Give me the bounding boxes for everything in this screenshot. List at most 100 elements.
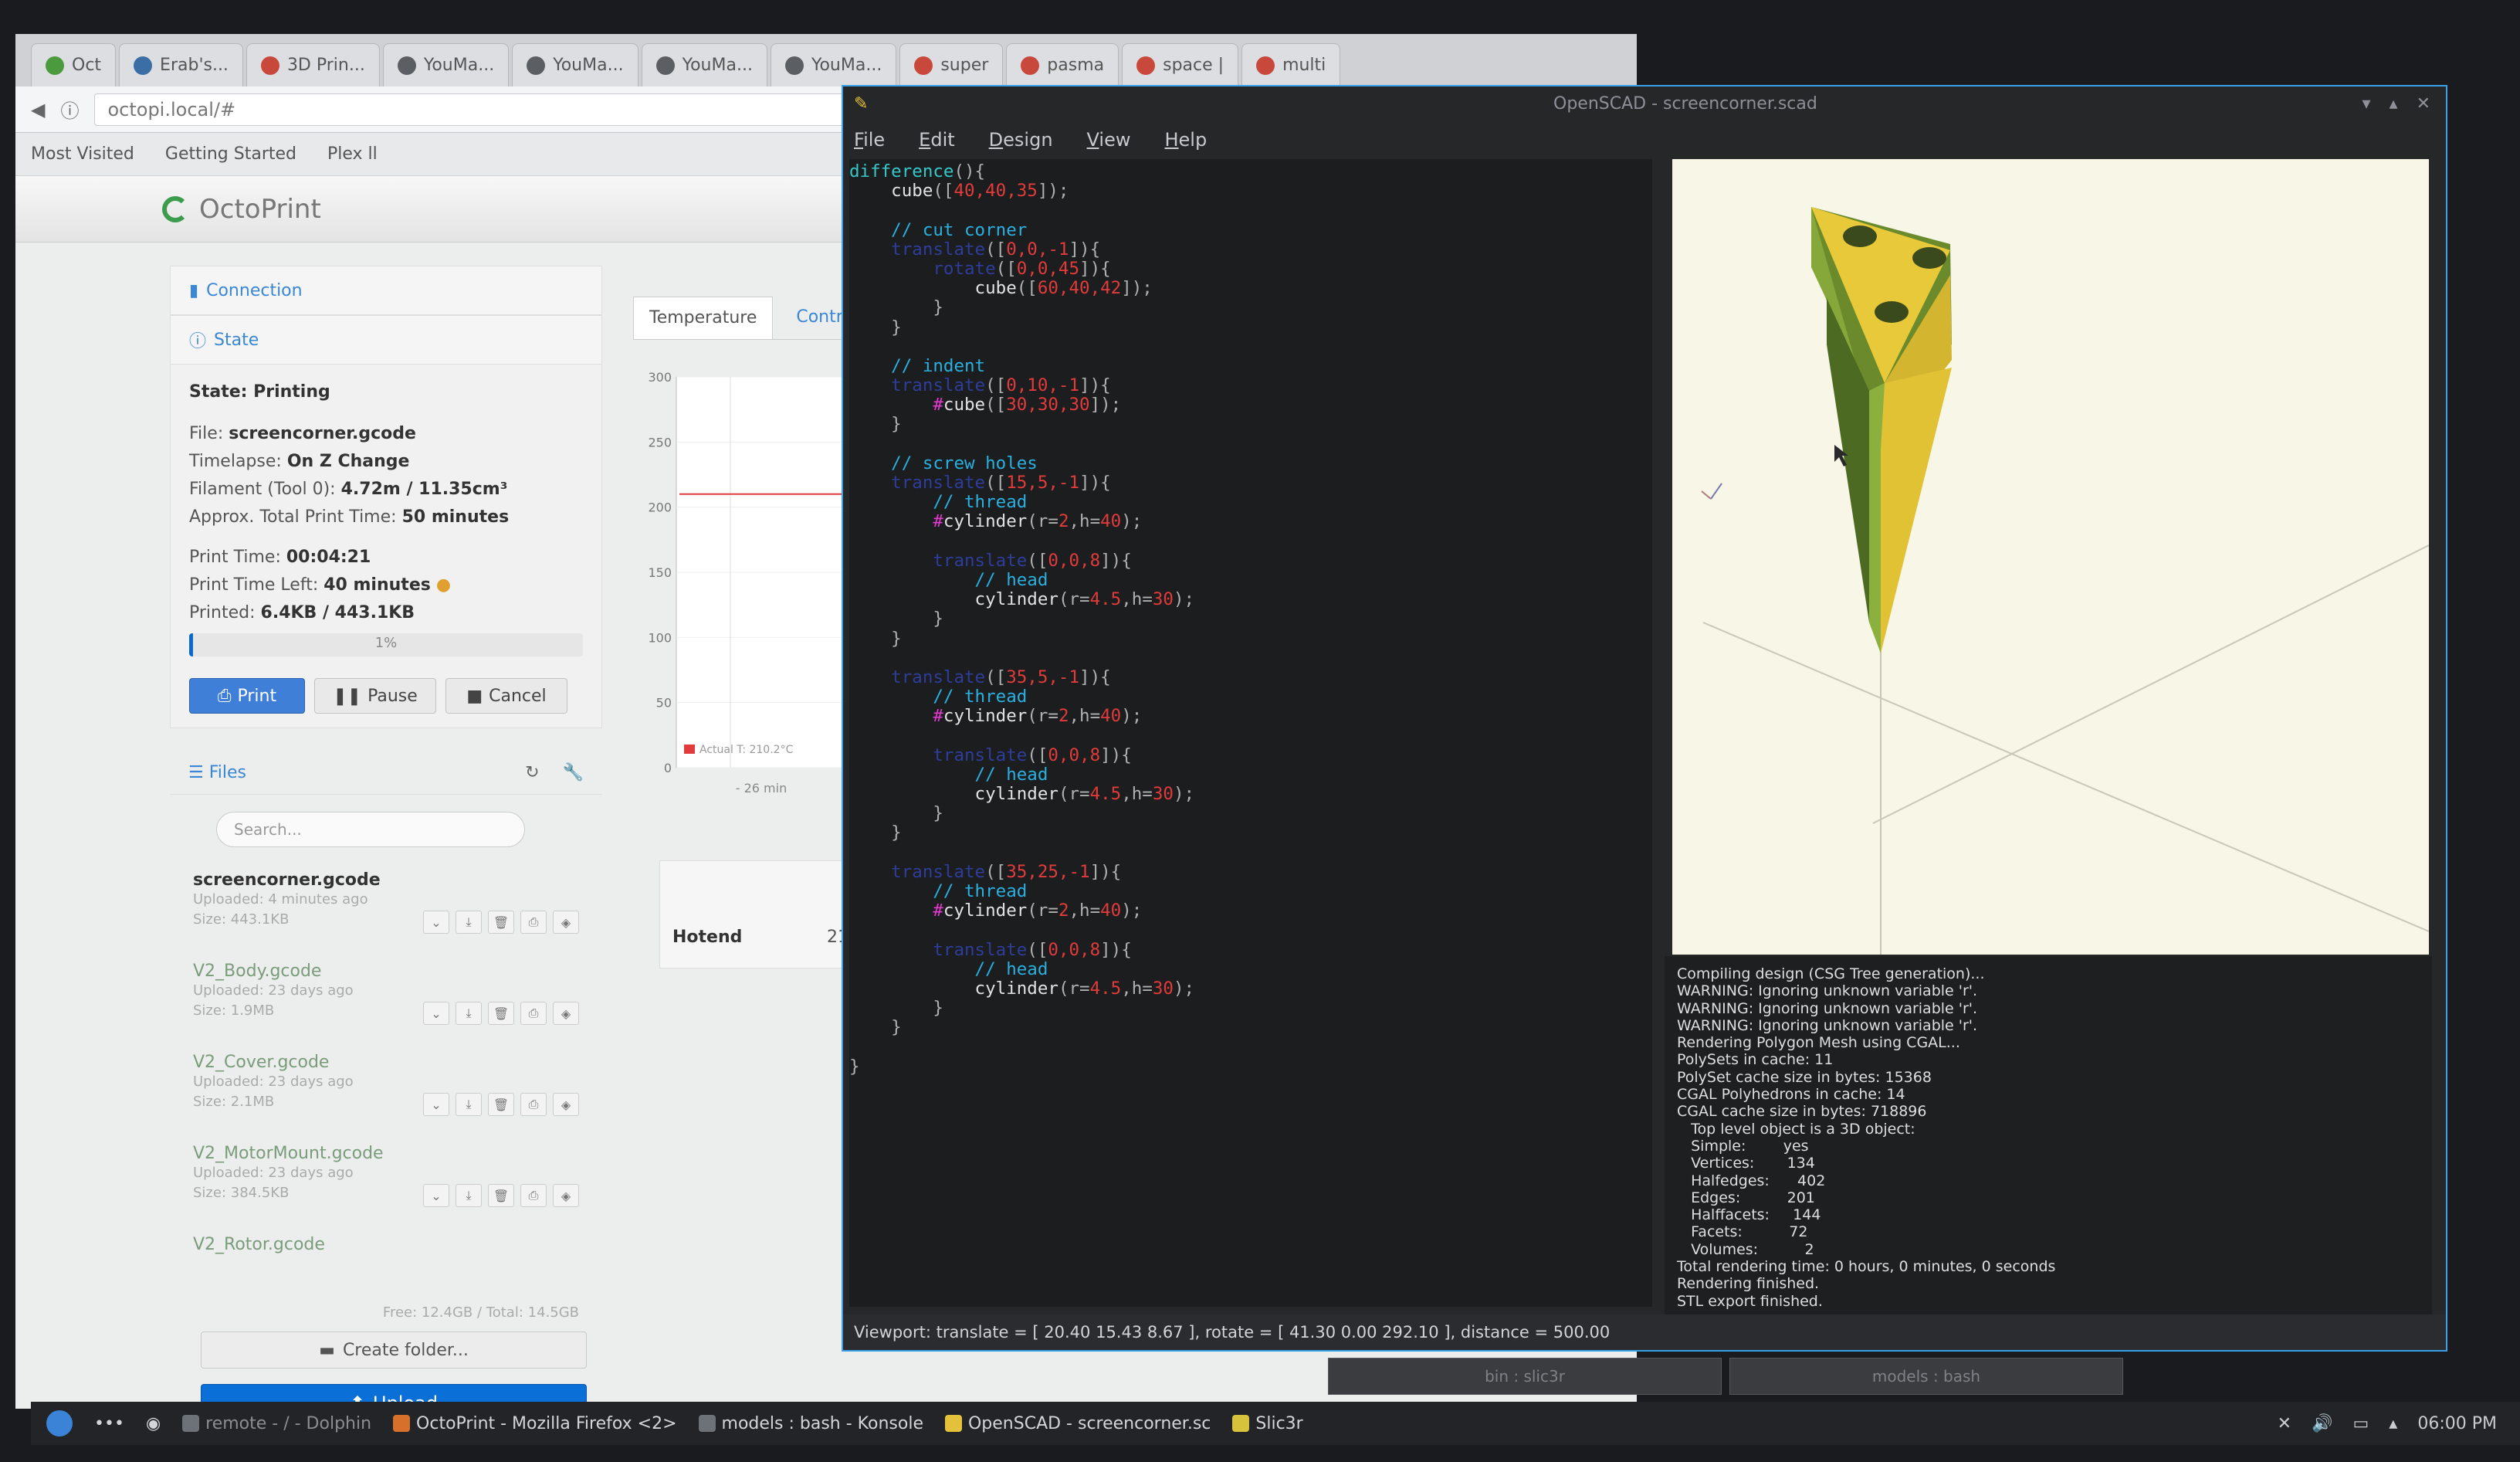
delete-icon[interactable]: 🗑 <box>488 1093 514 1116</box>
tab-favicon-icon <box>1021 56 1040 75</box>
browser-tab[interactable]: YouMa... <box>641 43 767 86</box>
code-line: #cube([30,30,30]); <box>849 395 1652 415</box>
browser-tab[interactable]: space | <box>1122 43 1239 86</box>
task-dolphin[interactable]: remote - / - Dolphin <box>182 1414 371 1433</box>
screw-hole-1 <box>1843 226 1877 247</box>
kde-menu-icon[interactable] <box>46 1410 73 1437</box>
konsole-tab-slic3r[interactable]: bin : slic3r <box>1328 1358 1722 1395</box>
volume-icon[interactable]: 🔊 <box>2312 1414 2332 1433</box>
delete-icon[interactable]: 🗑 <box>488 1002 514 1025</box>
file-list-item[interactable]: V2_Cover.gcode Uploaded: 23 days ago Size:… <box>170 1046 602 1138</box>
task-konsole[interactable]: models : bash - Konsole <box>698 1414 923 1433</box>
refresh-icon[interactable]: ↻ <box>525 763 539 782</box>
file-list-item[interactable]: V2_MotorMount.gcode Uploaded: 23 days ago… <box>170 1138 602 1229</box>
download-icon[interactable]: ⤓ <box>456 1184 482 1207</box>
browser-tab[interactable]: YouMa... <box>382 43 510 86</box>
maximize-icon[interactable]: ▴ <box>2390 94 2398 114</box>
cancel-button[interactable]: ■ Cancel <box>445 678 567 714</box>
openscad-app-icon: ✎ <box>854 93 869 114</box>
print-file-icon[interactable]: ⎙ <box>520 1093 547 1116</box>
menu-file[interactable]: File <box>854 129 885 151</box>
load-icon[interactable]: ⌄ <box>423 911 449 934</box>
slice-icon[interactable]: ◈ <box>553 1002 579 1025</box>
menu-view[interactable]: View <box>1087 129 1131 151</box>
browser-tab[interactable]: YouMa... <box>770 43 897 86</box>
browser-tab[interactable]: multi <box>1241 43 1341 86</box>
tray-expand-icon[interactable]: ▴ <box>2389 1414 2397 1433</box>
pause-button[interactable]: ❚❚ Pause <box>314 678 436 714</box>
code-token: 0,0,8 <box>1048 939 1101 960</box>
connection-panel-header[interactable]: ▮ Connection <box>170 266 602 315</box>
browser-tab[interactable]: YouMa... <box>512 43 638 86</box>
code-token: ); <box>1121 901 1143 921</box>
state-panel-header[interactable]: ⓘ State <box>170 315 602 365</box>
back-icon[interactable]: ◀ <box>31 99 45 120</box>
code-token: 60,40,42 <box>1037 278 1122 299</box>
bookmark-plex[interactable]: Plex ll <box>327 144 378 164</box>
print-button[interactable]: ⎙ Print <box>189 678 305 714</box>
info-icon[interactable]: ⓘ <box>60 96 79 123</box>
browser-tab[interactable]: Erab's... <box>119 43 243 86</box>
file-list-item[interactable]: V2_Rotor.gcode <box>170 1229 602 1320</box>
menu-edit[interactable]: Edit <box>919 129 954 151</box>
file-name[interactable]: V2_Body.gcode <box>193 962 584 981</box>
tab-temperature[interactable]: Temperature <box>633 297 774 339</box>
network-icon[interactable]: ✕ <box>2278 1414 2291 1433</box>
task-slic3r[interactable]: Slic3r <box>1232 1414 1303 1433</box>
display-icon[interactable]: ▭ <box>2353 1414 2369 1433</box>
browser-tab-label: YouMa... <box>423 56 495 75</box>
close-icon[interactable]: ✕ <box>2417 94 2430 114</box>
code-editor[interactable]: difference(){ cube([40,40,35]); // cut c… <box>849 159 1652 1307</box>
clock[interactable]: 06:00 PM <box>2417 1414 2497 1433</box>
3d-viewport[interactable] <box>1672 159 2429 955</box>
konsole-tab-bash[interactable]: models : bash <box>1729 1358 2123 1395</box>
download-icon[interactable]: ⤓ <box>456 911 482 934</box>
browser-tab[interactable]: 3D Prin... <box>246 43 380 86</box>
browser-tab[interactable]: super <box>899 43 1004 86</box>
slice-icon[interactable]: ◈ <box>553 1093 579 1116</box>
slice-icon[interactable]: ◈ <box>553 1184 579 1207</box>
octoprint-brand[interactable]: OctoPrint <box>199 194 321 225</box>
file-name[interactable]: V2_Rotor.gcode <box>193 1235 584 1254</box>
pager-icon[interactable]: ••• <box>94 1414 124 1433</box>
slice-icon[interactable]: ◈ <box>553 911 579 934</box>
file-name[interactable]: V2_Cover.gcode <box>193 1053 584 1072</box>
download-icon[interactable]: ⤓ <box>456 1093 482 1116</box>
menu-design[interactable]: Design <box>989 129 1053 151</box>
files-panel-header[interactable]: ☰ Files ↻ 🔧 <box>170 751 602 795</box>
pause-icon: ❚❚ <box>333 686 362 706</box>
code-token: (){ <box>953 161 986 181</box>
minimize-icon[interactable]: ▾ <box>2362 94 2370 114</box>
file-name[interactable]: V2_MotorMount.gcode <box>193 1144 584 1163</box>
load-icon[interactable]: ⌄ <box>423 1184 449 1207</box>
tab-favicon-icon <box>260 56 279 75</box>
file-list-item[interactable]: V2_Body.gcode Uploaded: 23 days ago Size: … <box>170 955 602 1046</box>
print-progress-bar: 1% <box>189 633 583 656</box>
code-token: 4.5 <box>1089 589 1122 610</box>
browser-tab[interactable]: Oct <box>31 43 117 86</box>
browser-tab[interactable]: pasma <box>1006 43 1119 86</box>
load-icon[interactable]: ⌄ <box>423 1002 449 1025</box>
delete-icon[interactable]: 🗑 <box>488 1184 514 1207</box>
file-name[interactable]: screencorner.gcode <box>193 870 584 890</box>
task-openscad[interactable]: OpenSCAD - screencorner.sc <box>944 1414 1211 1433</box>
bookmark-getting-started[interactable]: Getting Started <box>165 144 296 164</box>
menu-help[interactable]: Help <box>1164 129 1207 151</box>
create-folder-button[interactable]: ▬ Create folder... <box>201 1331 587 1369</box>
delete-icon[interactable]: 🗑 <box>488 911 514 934</box>
print-file-icon[interactable]: ⎙ <box>520 911 547 934</box>
code-line: } <box>849 1018 1652 1037</box>
task-firefox[interactable]: OctoPrint - Mozilla Firefox <2> <box>393 1414 677 1433</box>
globe-icon[interactable]: ◉ <box>146 1414 161 1433</box>
load-icon[interactable]: ⌄ <box>423 1093 449 1116</box>
wrench-icon[interactable]: 🔧 <box>563 763 584 782</box>
download-icon[interactable]: ⤓ <box>456 1002 482 1025</box>
print-file-icon[interactable]: ⎙ <box>520 1002 547 1025</box>
code-token: # <box>849 395 943 416</box>
bookmark-most-visited[interactable]: Most Visited <box>31 144 134 164</box>
viewport-render <box>1701 207 2429 955</box>
print-file-icon[interactable]: ⎙ <box>520 1184 547 1207</box>
file-list-item[interactable]: screencorner.gcode Uploaded: 4 minutes ag… <box>170 864 602 955</box>
code-token: ([ <box>995 258 1017 279</box>
file-search-input[interactable]: Search... <box>216 812 525 847</box>
